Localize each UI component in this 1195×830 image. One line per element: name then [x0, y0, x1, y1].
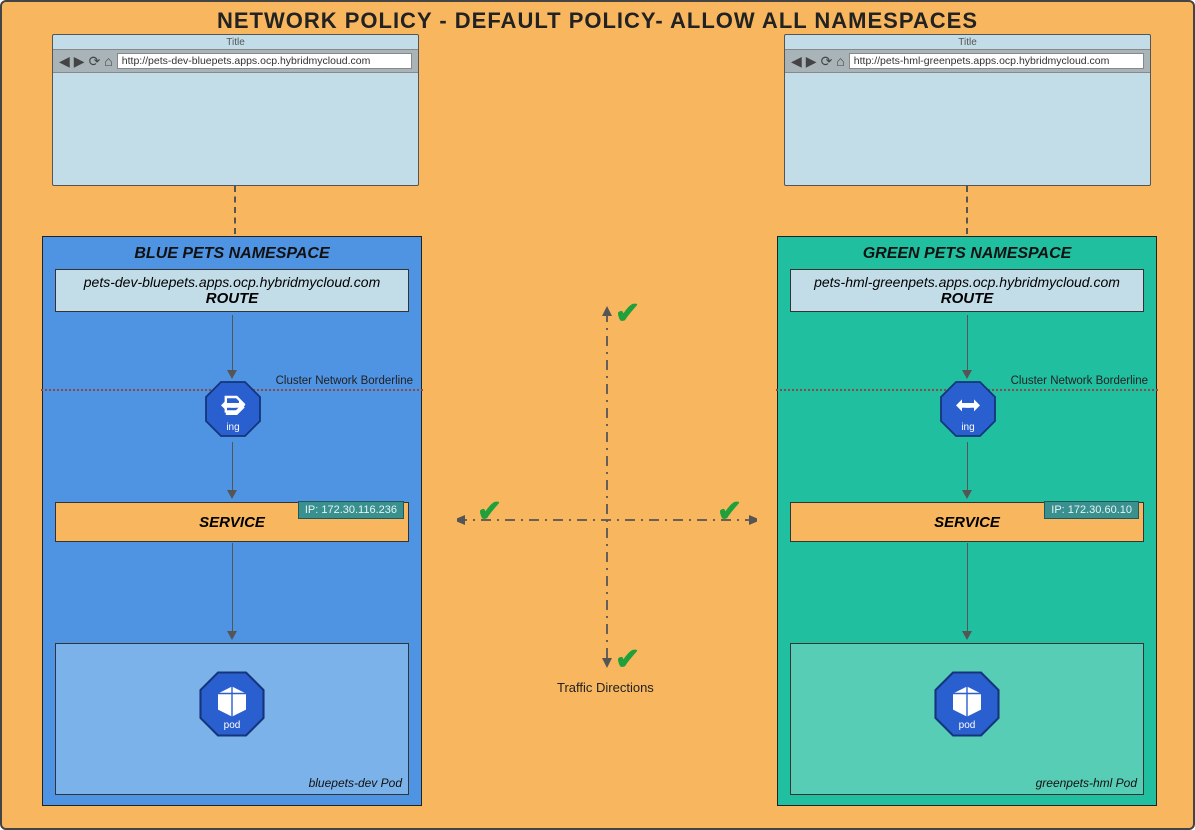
arrow: [962, 543, 972, 640]
connector-dashed: [234, 186, 236, 234]
arrow: [227, 315, 237, 379]
back-icon[interactable]: ◀: [791, 54, 802, 68]
url-bar[interactable]: http://pets-dev-bluepets.apps.ocp.hybrid…: [117, 53, 412, 69]
namespace-title: GREEN PETS NAMESPACE: [790, 245, 1144, 263]
traffic-directions: ✔ ✔ ✔ ✔ Traffic Directions: [457, 302, 757, 662]
check-icon: ✔: [477, 494, 502, 529]
browser-right: Title ◀ ▶ ⟳ ⌂ http://pets-hml-greenpets.…: [784, 34, 1151, 186]
arrow: [962, 442, 972, 499]
service-box: SERVICE IP: 172.30.60.10: [790, 502, 1144, 542]
pod-panel: pod greenpets-hml Pod: [790, 643, 1144, 795]
service-label: SERVICE: [934, 514, 1000, 531]
reload-icon[interactable]: ⟳: [821, 54, 833, 68]
diagram-canvas: NETWORK POLICY - DEFAULT POLICY- ALLOW A…: [0, 0, 1195, 830]
pod-name: greenpets-hml Pod: [1036, 776, 1137, 790]
pod-panel: pod bluepets-dev Pod: [55, 643, 409, 795]
ingress-icon: ing: [938, 379, 998, 439]
home-icon[interactable]: ⌂: [104, 54, 112, 68]
service-label: SERVICE: [199, 514, 265, 531]
browser-toolbar: ◀ ▶ ⟳ ⌂ http://pets-hml-greenpets.apps.o…: [785, 50, 1150, 73]
route-host: pets-hml-greenpets.apps.ocp.hybridmyclou…: [797, 274, 1137, 290]
pod-icon-label: pod: [197, 720, 267, 731]
ingress-label: ing: [938, 422, 998, 433]
reload-icon[interactable]: ⟳: [89, 54, 101, 68]
pod-icon: pod: [197, 669, 267, 739]
browser-left: Title ◀ ▶ ⟳ ⌂ http://pets-dev-bluepets.a…: [52, 34, 419, 186]
home-icon[interactable]: ⌂: [836, 54, 844, 68]
service-box: SERVICE IP: 172.30.116.236: [55, 502, 409, 542]
route-box: pets-hml-greenpets.apps.ocp.hybridmyclou…: [790, 269, 1144, 312]
borderline-label: Cluster Network Borderline: [1011, 375, 1148, 387]
arrow: [227, 442, 237, 499]
pod-icon: pod: [932, 669, 1002, 739]
traffic-label: Traffic Directions: [557, 680, 654, 695]
browser-title-label: Title: [53, 35, 418, 50]
ingress-icon: ing: [203, 379, 263, 439]
arrow: [227, 543, 237, 640]
service-ip-badge: IP: 172.30.60.10: [1044, 501, 1139, 519]
ingress-label: ing: [203, 422, 263, 433]
namespace-blue: BLUE PETS NAMESPACE pets-dev-bluepets.ap…: [42, 236, 422, 806]
browser-toolbar: ◀ ▶ ⟳ ⌂ http://pets-dev-bluepets.apps.oc…: [53, 50, 418, 73]
forward-icon[interactable]: ▶: [74, 54, 85, 68]
forward-icon[interactable]: ▶: [806, 54, 817, 68]
route-box: pets-dev-bluepets.apps.ocp.hybridmycloud…: [55, 269, 409, 312]
borderline-label: Cluster Network Borderline: [276, 375, 413, 387]
arrow: [962, 315, 972, 379]
namespace-title: BLUE PETS NAMESPACE: [55, 245, 409, 263]
route-label: ROUTE: [797, 290, 1137, 307]
route-label: ROUTE: [62, 290, 402, 307]
page-title: NETWORK POLICY - DEFAULT POLICY- ALLOW A…: [2, 2, 1193, 34]
connector-dashed: [966, 186, 968, 234]
url-bar[interactable]: http://pets-hml-greenpets.apps.ocp.hybri…: [849, 53, 1144, 69]
browser-title-label: Title: [785, 35, 1150, 50]
service-ip-badge: IP: 172.30.116.236: [298, 501, 404, 519]
check-icon: ✔: [615, 296, 640, 331]
back-icon[interactable]: ◀: [59, 54, 70, 68]
check-icon: ✔: [615, 642, 640, 677]
pod-icon-label: pod: [932, 720, 1002, 731]
check-icon: ✔: [717, 494, 742, 529]
pod-name: bluepets-dev Pod: [309, 776, 402, 790]
route-host: pets-dev-bluepets.apps.ocp.hybridmycloud…: [62, 274, 402, 290]
namespace-green: GREEN PETS NAMESPACE pets-hml-greenpets.…: [777, 236, 1157, 806]
